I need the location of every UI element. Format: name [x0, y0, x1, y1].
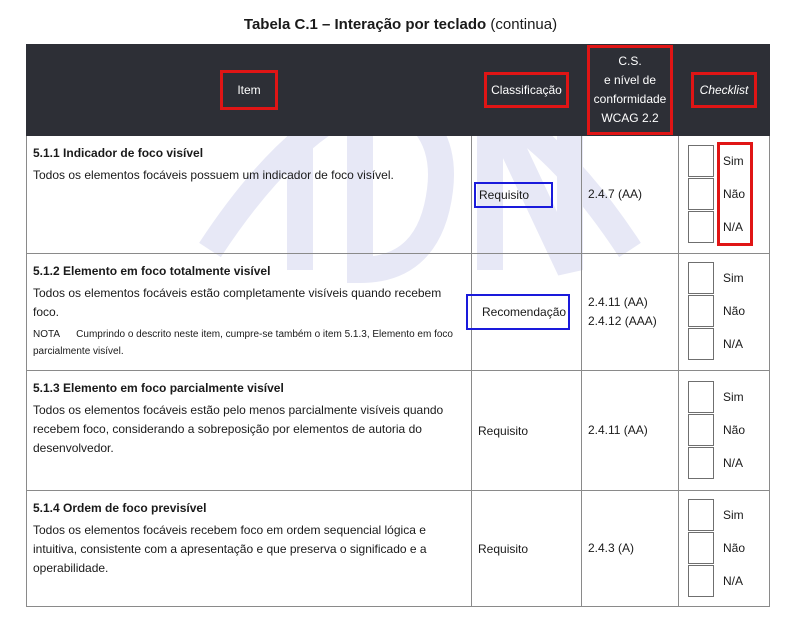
header-cs-wcag: C.S. e nível de conformidade WCAG 2.2 — [581, 44, 679, 136]
header-cs-line: conformidade — [593, 92, 667, 106]
item-description: Todos os elementos focáveis estão comple… — [33, 286, 442, 319]
classification-cell: Requisito — [471, 370, 582, 491]
checkbox-sim[interactable] — [688, 262, 714, 294]
header-cs-wcag-label: C.S. e nível de conformidade WCAG 2.2 — [586, 45, 674, 135]
option-na-label: N/A — [723, 573, 744, 588]
checklist-cell: Sim Não N/A — [678, 135, 770, 254]
wcag-cell: 2.4.3 (A) — [581, 490, 679, 607]
option-na-label: N/A — [723, 455, 744, 470]
item-title: 5.1.1 Indicador de foco visível — [33, 146, 204, 160]
item-description: Todos os elementos focáveis recebem foco… — [33, 523, 427, 575]
table-title-main: Tabela C.1 – Interação por teclado — [243, 16, 487, 33]
table-row: 5.1.1 Indicador de foco visível Todos os… — [26, 135, 770, 254]
item-cell: 5.1.1 Indicador de foco visível Todos os… — [26, 135, 472, 254]
table-header-row: Item Classificação C.S. e nível de confo… — [26, 44, 770, 136]
checkbox-na[interactable] — [688, 446, 714, 479]
header-cs-line: C.S. — [618, 54, 642, 68]
classification-label: Requisito — [474, 181, 554, 208]
item-description: Todos os elementos focáveis estão pelo m… — [33, 403, 444, 455]
checkbox-sim[interactable] — [688, 144, 714, 177]
checkbox-sim[interactable] — [688, 380, 714, 413]
wcag-criterion: 2.4.3 (A) — [588, 541, 635, 555]
classification-label: Requisito — [478, 423, 529, 438]
item-title: 5.1.3 Elemento em foco parcialmente visí… — [33, 381, 284, 395]
option-nao-label: Não — [723, 422, 746, 437]
option-nao-label: Não — [723, 186, 746, 201]
classification-cell: Requisito — [471, 135, 582, 254]
classification-label: Requisito — [478, 541, 529, 556]
table-row: 5.1.3 Elemento em foco parcialmente visí… — [26, 370, 770, 491]
item-title: 5.1.2 Elemento em foco totalmente visíve… — [33, 264, 271, 278]
header-classificacao-label: Classificação — [484, 72, 569, 108]
checkbox-nao[interactable] — [688, 295, 714, 327]
table-title-suffix: (continua) — [490, 16, 558, 33]
option-nao-label: Não — [723, 540, 746, 555]
option-sim-label: Sim — [723, 389, 744, 404]
item-description: Todos os elementos focáveis possuem um i… — [33, 168, 394, 182]
table-row: 5.1.2 Elemento em foco totalmente visíve… — [26, 253, 770, 371]
header-cs-line: e nível de — [603, 73, 657, 87]
checkbox-nao[interactable] — [688, 531, 714, 564]
header-classificacao: Classificação — [471, 44, 582, 136]
header-checklist: Checklist — [678, 44, 770, 136]
table-title: Tabela C.1 – Interação por teclado (cont… — [0, 16, 801, 33]
wcag-criterion: 2.4.11 (AA) — [588, 423, 648, 437]
checklist-cell: Sim Não N/A — [678, 490, 770, 607]
wcag-criterion: 2.4.11 (AA) — [588, 295, 648, 309]
item-title: 5.1.4 Ordem de foco previsível — [33, 501, 207, 515]
option-na-label: N/A — [723, 219, 744, 234]
checklist-cell: Sim Não N/A — [678, 253, 770, 371]
checkbox-na[interactable] — [688, 564, 714, 597]
item-cell: 5.1.2 Elemento em foco totalmente visíve… — [26, 253, 472, 371]
option-nao-label: Não — [723, 304, 746, 318]
wcag-cell: 2.4.11 (AA) 2.4.12 (AAA) — [581, 253, 679, 371]
wcag-criterion: 2.4.7 (AA) — [588, 187, 643, 201]
item-cell: 5.1.4 Ordem de foco previsível Todos os … — [26, 490, 472, 607]
table-row: 5.1.4 Ordem de foco previsível Todos os … — [26, 490, 770, 607]
item-note: NOTA Cumprindo o descrito neste item, cu… — [33, 329, 456, 357]
option-sim-label: Sim — [723, 271, 744, 285]
checkbox-nao[interactable] — [688, 413, 714, 446]
classification-cell: Recomendação — [466, 253, 582, 371]
header-checklist-label: Checklist — [690, 72, 758, 108]
option-sim-label: Sim — [723, 153, 744, 168]
checklist-cell: Sim Não N/A — [678, 370, 770, 491]
checkbox-na[interactable] — [688, 210, 714, 243]
checkbox-na[interactable] — [688, 328, 714, 360]
wcag-cell: 2.4.7 (AA) — [581, 135, 679, 254]
classification-cell: Requisito — [471, 490, 582, 607]
item-cell: 5.1.3 Elemento em foco parcialmente visí… — [26, 370, 472, 491]
checkbox-sim[interactable] — [688, 498, 714, 531]
header-cs-line: WCAG 2.2 — [601, 111, 659, 125]
checklist-table: Item Classificação C.S. e nível de confo… — [26, 44, 770, 607]
wcag-cell: 2.4.11 (AA) — [581, 370, 679, 491]
header-item-label: Item — [220, 70, 278, 110]
option-na-label: N/A — [723, 337, 744, 351]
header-item: Item — [26, 44, 472, 136]
option-sim-label: Sim — [723, 507, 744, 522]
wcag-criterion: 2.4.12 (AAA) — [588, 314, 657, 328]
classification-label: Recomendação — [466, 294, 571, 330]
checkbox-nao[interactable] — [688, 177, 714, 210]
